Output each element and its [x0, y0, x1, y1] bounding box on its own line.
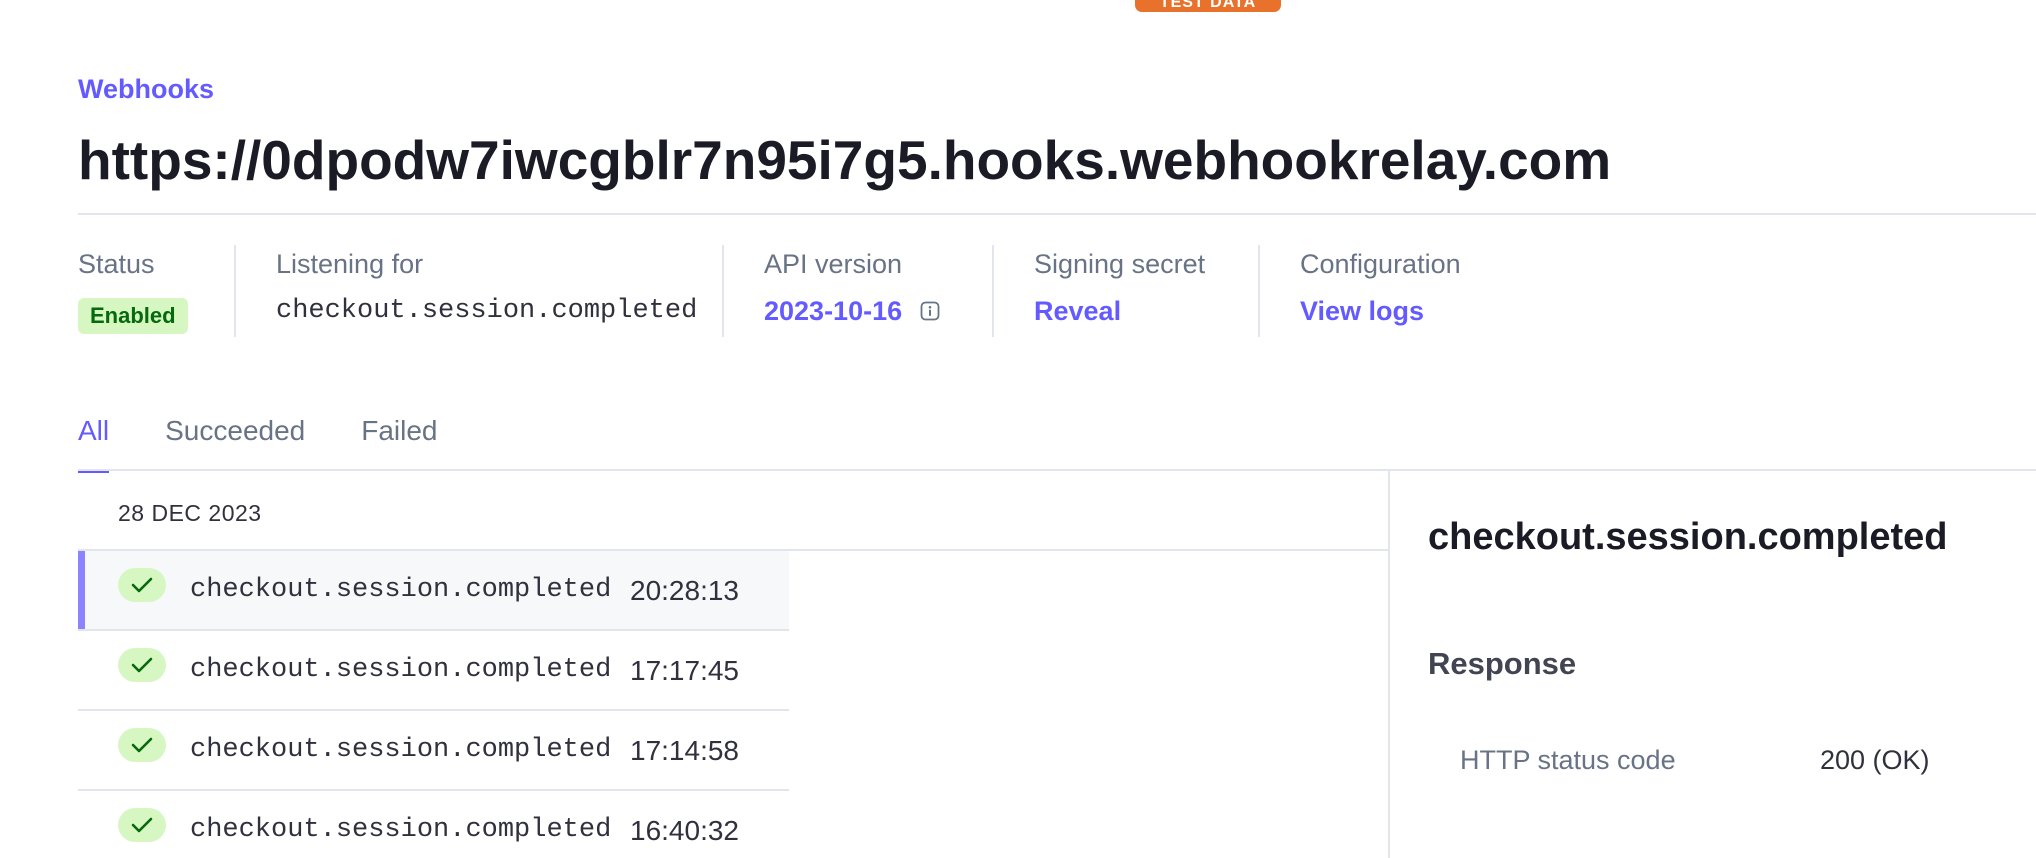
endpoint-meta-row: Status Enabled Listening for checkout.se… — [78, 245, 1498, 337]
meta-api-value: 2023-10-16 — [764, 296, 940, 327]
success-check-icon — [118, 648, 166, 682]
date-header: 28 DEC 2023 — [118, 500, 262, 526]
view-logs-link[interactable]: View logs — [1300, 296, 1424, 327]
title-divider — [78, 213, 2036, 215]
event-filter-tabs: All Succeeded Failed — [78, 415, 494, 473]
http-status-value: 200 (OK) — [1820, 745, 1930, 775]
event-time: 17:17:45 — [630, 655, 739, 686]
tab-failed[interactable]: Failed — [361, 415, 437, 470]
event-name: checkout.session.completed — [190, 575, 612, 605]
page-title: https://0dpodw7iwcgblr7n95i7g5.hooks.web… — [78, 129, 1612, 191]
success-check-icon — [118, 568, 166, 602]
event-row[interactable]: checkout.session.completed 17:17:45 — [78, 631, 789, 711]
meta-signing-secret: Signing secret Reveal — [992, 245, 1258, 337]
event-name: checkout.session.completed — [190, 815, 612, 845]
info-icon[interactable] — [920, 301, 940, 321]
meta-secret-label: Signing secret — [1034, 249, 1206, 279]
meta-config-label: Configuration — [1300, 249, 1461, 279]
event-time: 16:40:32 — [630, 815, 739, 846]
event-name: checkout.session.completed — [190, 735, 612, 765]
response-heading: Response — [1428, 646, 1577, 681]
event-time: 17:14:58 — [630, 735, 739, 766]
event-row[interactable]: checkout.session.completed 20:28:13 — [78, 551, 789, 631]
reveal-secret-link[interactable]: Reveal — [1034, 296, 1121, 327]
detail-event-title: checkout.session.completed — [1428, 516, 1948, 558]
event-row[interactable]: checkout.session.completed 17:14:58 — [78, 711, 789, 791]
meta-api-version: API version 2023-10-16 — [722, 245, 992, 337]
tab-all[interactable]: All — [78, 415, 110, 473]
status-badge: Enabled — [78, 298, 188, 334]
api-version-link[interactable]: 2023-10-16 — [764, 296, 902, 326]
event-name: checkout.session.completed — [190, 655, 612, 685]
tabs-divider — [78, 469, 2036, 471]
meta-status: Status Enabled — [78, 245, 234, 337]
meta-listening-value: checkout.session.completed — [276, 296, 698, 326]
meta-listening-label: Listening for — [276, 249, 424, 279]
test-data-badge: TEST DATA — [1135, 0, 1281, 12]
webhook-endpoint-page: TEST DATA Webhooks https://0dpodw7iwcgbl… — [0, 0, 2036, 858]
tab-succeeded[interactable]: Succeeded — [165, 415, 305, 470]
meta-status-label: Status — [78, 249, 155, 279]
success-check-icon — [118, 728, 166, 762]
event-time: 20:28:13 — [630, 575, 739, 606]
detail-panel-divider — [1388, 470, 1390, 858]
meta-listening-for: Listening for checkout.session.completed — [234, 245, 722, 337]
meta-configuration: Configuration View logs — [1258, 245, 1498, 337]
success-check-icon — [118, 808, 166, 842]
events-list: checkout.session.completed 20:28:13 chec… — [78, 551, 789, 858]
breadcrumb-webhooks[interactable]: Webhooks — [78, 74, 214, 105]
meta-api-label: API version — [764, 249, 903, 279]
event-row[interactable]: checkout.session.completed 16:40:32 — [78, 791, 789, 858]
http-status-label: HTTP status code — [1460, 745, 1676, 775]
